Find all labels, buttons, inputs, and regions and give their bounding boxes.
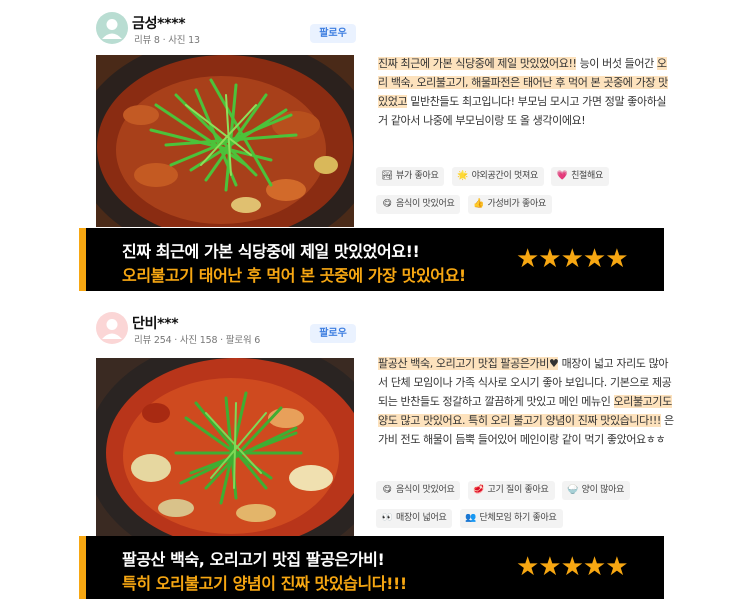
review-text: 팔공산 백숙, 오리고기 맛집 팔공은가비♥ 매장이 넓고 자리도 많아서 단체… [378,354,674,449]
review-header: 단비*** 리뷰 254 · 사진 158 · 팔로워 6 팔로우 [96,312,366,346]
review-photo[interactable] [96,358,354,536]
avatar[interactable] [96,312,128,344]
review-text-segment: 능이 버섯 들어간 [576,57,657,70]
avatar[interactable] [96,12,128,44]
review-text-highlight: 팔공산 백숙, 오리고기 맛집 팔공은가비♥ [378,357,559,370]
follow-button[interactable]: 팔로우 [310,24,356,43]
keyword-tag-label: 뷰가 좋아요 [396,171,439,181]
user-stats: 리뷰 8 · 사진 13 [134,35,200,46]
keyword-tag-label: 음식이 맛있어요 [396,485,455,495]
keyword-tag[interactable]: 👀 매장이 넓어요 [376,509,453,528]
username[interactable]: 금성**** [132,13,186,33]
yummy-face-icon: 😋 [382,485,392,495]
keyword-tag-label: 양이 많아요 [581,485,625,495]
meat-icon: 🥩 [473,485,484,495]
keyword-tag[interactable]: 🌟 야외공간이 멋져요 [451,167,544,186]
eyes-icon: 👀 [381,513,393,523]
keyword-tag[interactable]: 😋 음식이 맛있어요 [376,481,461,500]
username[interactable]: 단비*** [132,313,179,333]
thumbs-up-icon: 👍 [473,199,484,209]
review-card: 단비*** 리뷰 254 · 사진 158 · 팔로워 6 팔로우 팔공산 백숙… [0,300,750,600]
banner-line-secondary: 특히 오리불고기 양념이 진짜 맛있습니다!!! [122,574,407,593]
highlight-banner: 팔공산 백숙, 오리고기 맛집 팔공은가비! 특히 오리불고기 양념이 진짜 맛… [79,536,664,599]
yummy-face-icon: 😋 [382,199,392,209]
sparkle-icon: 🌟 [457,171,469,181]
keyword-tag-label: 친절해요 [571,171,603,181]
follow-button[interactable]: 팔로우 [310,324,356,343]
star-rating-icon: ★★★★★ [516,552,629,582]
keyword-tag-label: 음식이 맛있어요 [396,199,455,209]
keyword-tag-label: 단체모임 하기 좋아요 [479,513,557,523]
highlight-banner: 진짜 최근에 가본 식당중에 제일 맛있었어요!! 오리불고기 태어난 후 먹어… [79,228,664,291]
user-avatar-icon [96,312,128,344]
review-card: 금성**** 리뷰 8 · 사진 13 팔로우 진짜 최근에 가본 식당중에 제… [0,0,750,300]
review-text-segment: 밑반찬들도 최고입니다! 부모님 모시고 가면 정말 좋아하실거 같아서 나중에… [378,95,667,127]
banner-line-primary: 진짜 최근에 가본 식당중에 제일 맛있었어요!! [122,242,420,261]
banner-line-primary: 팔공산 백숙, 오리고기 맛집 팔공은가비! [122,550,385,569]
banner-line-secondary: 오리불고기 태어난 후 먹어 본 곳중에 가장 맛있어요! [122,266,466,285]
view-icon: 🏞 [381,171,393,181]
user-stats: 리뷰 254 · 사진 158 · 팔로워 6 [134,335,261,346]
keyword-tag[interactable]: 😋 음식이 맛있어요 [376,195,461,214]
user-avatar-icon [96,12,128,44]
keyword-tags: 😋 음식이 맛있어요 🥩 고기 질이 좋아요 🍚 양이 많아요 👀 매장이 넓어요 👥 단… [376,477,676,533]
review-text-highlight: 진짜 최근에 가본 식당중에 제일 맛있었어요!! [378,57,577,70]
food-photo-spicy-duck [96,358,354,536]
food-photo-duck-bulgogi [96,55,354,227]
keyword-tag-label: 매장이 넓어요 [396,513,447,523]
keyword-tags: 🏞 뷰가 좋아요 🌟 야외공간이 멋져요 💗 친절해요 😋 음식이 맛있어요 👍 가성비가… [376,163,676,219]
keyword-tag-label: 야외공간이 멋져요 [471,171,539,181]
keyword-tag-label: 고기 질이 좋아요 [487,485,549,495]
keyword-tag-label: 가성비가 좋아요 [487,199,547,209]
keyword-tag[interactable]: 🥩 고기 질이 좋아요 [467,481,555,500]
review-header: 금성**** 리뷰 8 · 사진 13 팔로우 [96,12,366,46]
keyword-tag[interactable]: 👍 가성비가 좋아요 [467,195,552,214]
group-icon: 👥 [465,513,476,523]
keyword-tag[interactable]: 👥 단체모임 하기 좋아요 [459,509,563,528]
heart-icon: 💗 [556,171,568,181]
review-photo[interactable] [96,55,354,227]
rice-bowl-icon: 🍚 [567,485,579,495]
review-text: 진짜 최근에 가본 식당중에 제일 맛있었어요!! 능이 버섯 들어간 오리 백… [378,54,674,130]
keyword-tag[interactable]: 💗 친절해요 [551,167,609,186]
star-rating-icon: ★★★★★ [516,244,629,274]
keyword-tag[interactable]: 🏞 뷰가 좋아요 [376,167,445,186]
keyword-tag[interactable]: 🍚 양이 많아요 [561,481,631,500]
